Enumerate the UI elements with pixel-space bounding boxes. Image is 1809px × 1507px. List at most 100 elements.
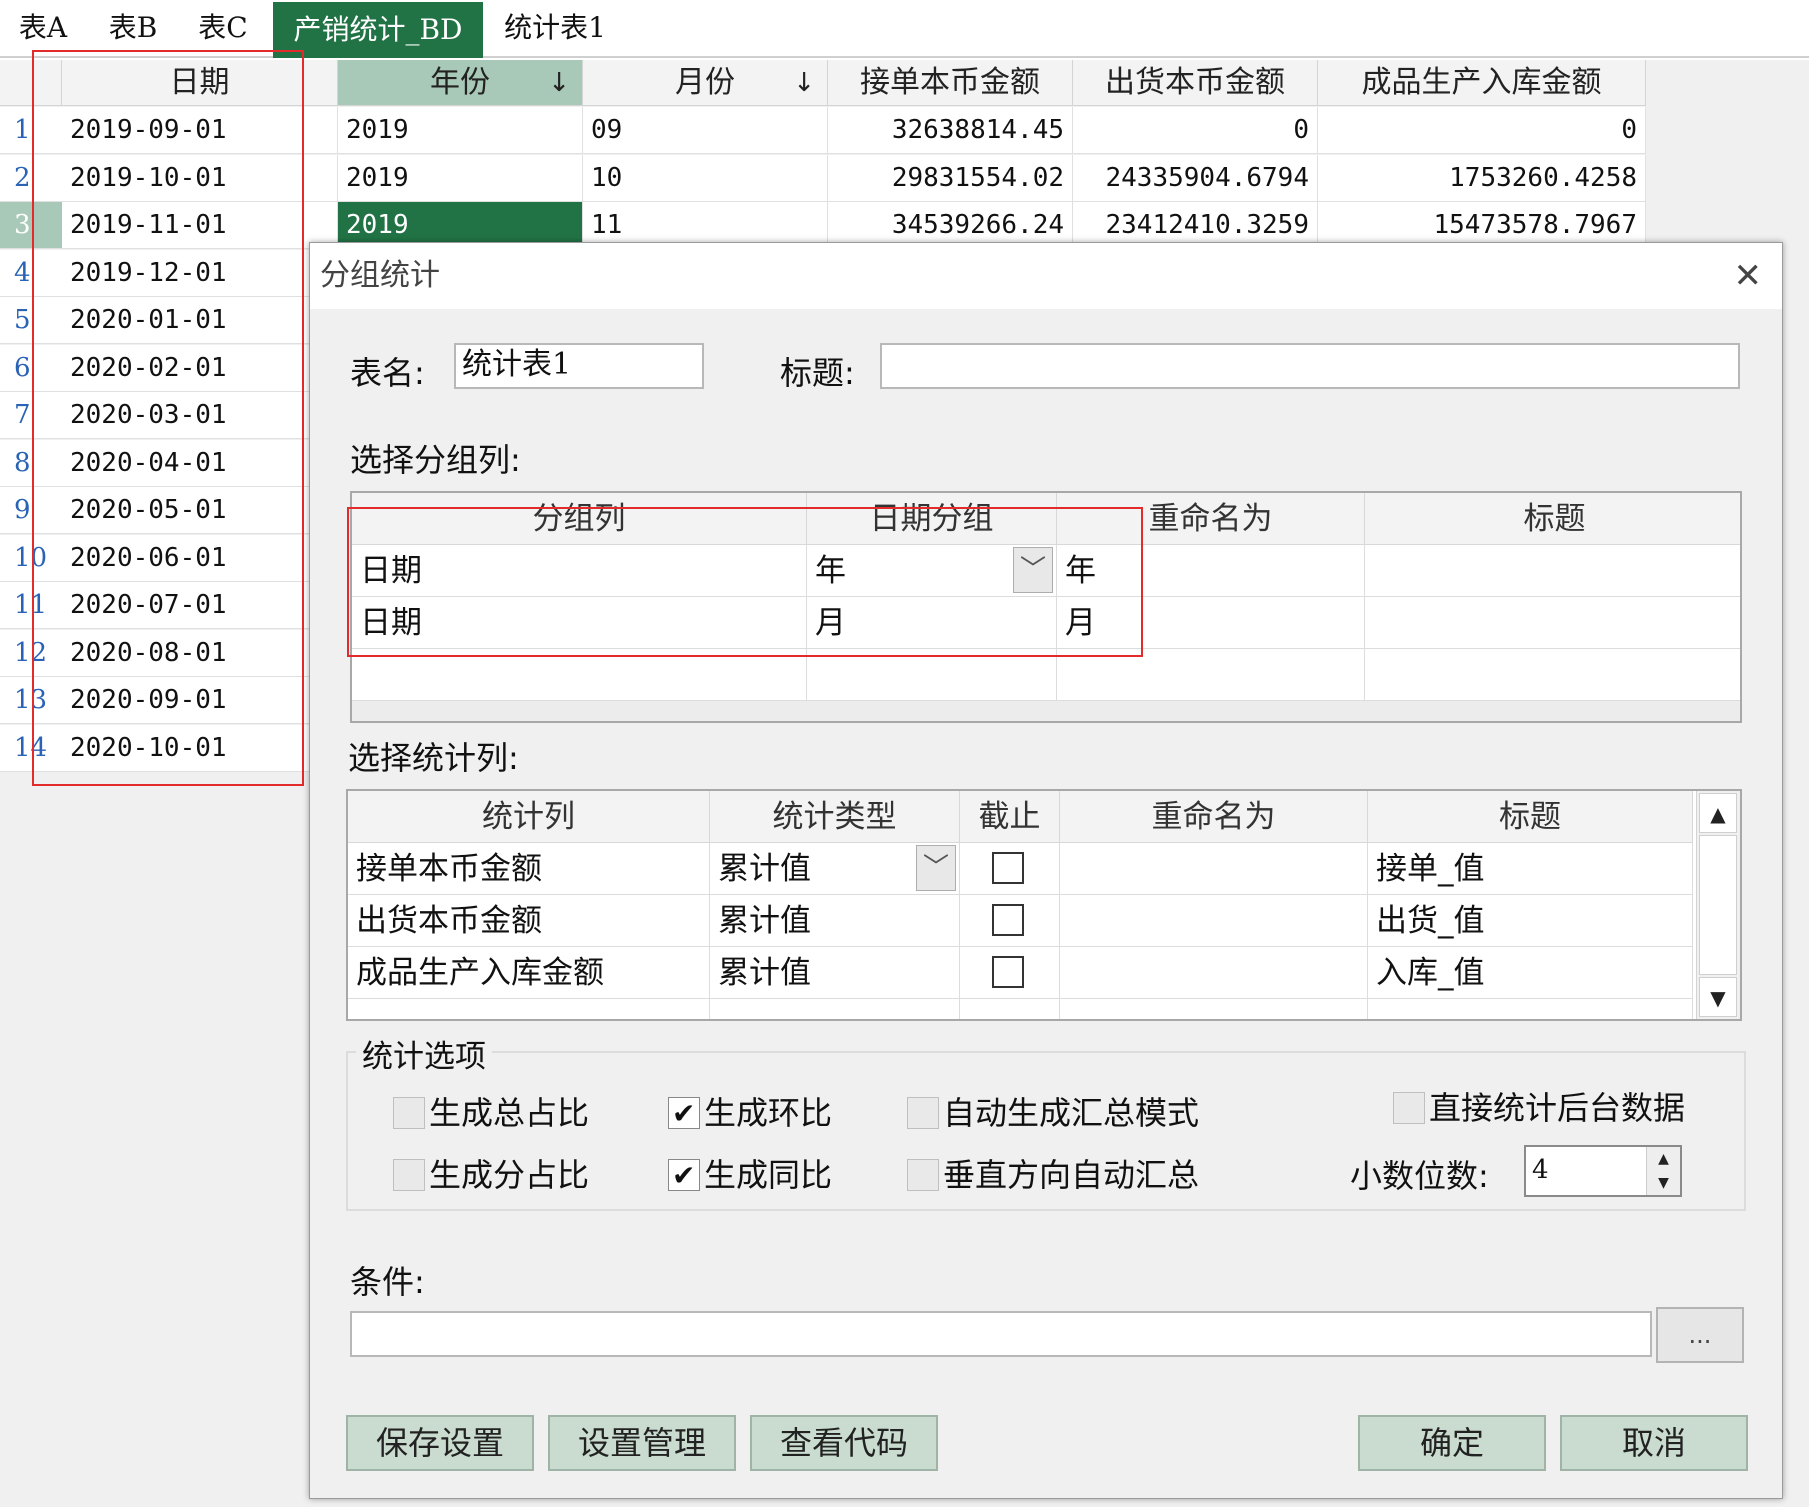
ok-button[interactable]: 确定 (1358, 1415, 1546, 1471)
row-number[interactable]: 10 (0, 535, 62, 582)
cell-date[interactable]: 2020-09-01 (62, 677, 338, 724)
option-yoy[interactable]: 生成同比 (668, 1155, 868, 1196)
close-icon[interactable]: ✕ (1734, 243, 1763, 309)
group-row-2-column[interactable]: 日期 (352, 597, 807, 649)
cell-year[interactable]: 2019 (338, 107, 583, 154)
cell-month[interactable]: 10 (583, 155, 828, 202)
column-header-production-amount[interactable]: 成品生产入库金额 (1318, 60, 1646, 106)
stat-row-2-cutoff-checkbox[interactable] (992, 904, 1024, 936)
cell-ship-amount[interactable]: 0 (1073, 107, 1318, 154)
cell-date[interactable]: 2020-08-01 (62, 630, 338, 677)
stat-table-vertical-scrollbar[interactable]: ▲ ▼ (1696, 791, 1740, 1019)
row-number[interactable]: 6 (0, 345, 62, 392)
stat-row-partial[interactable] (348, 999, 710, 1019)
cell-date[interactable]: 2019-10-01 (62, 155, 338, 202)
group-row-empty-date-group[interactable] (807, 649, 1057, 701)
row-number[interactable]: 2 (0, 155, 62, 202)
scroll-thumb[interactable] (1699, 835, 1737, 975)
tab-sheet-c[interactable]: 表C (188, 0, 258, 58)
cell-date[interactable]: 2020-07-01 (62, 582, 338, 629)
cell-date[interactable]: 2020-06-01 (62, 535, 338, 582)
stat-row-3-rename[interactable] (1060, 947, 1368, 999)
option-total-ratio[interactable]: 生成总占比 (393, 1093, 593, 1133)
title-input[interactable] (880, 343, 1740, 389)
cell-date[interactable]: 2020-03-01 (62, 392, 338, 439)
stat-row-1-cutoff-checkbox[interactable] (992, 852, 1024, 884)
row-number[interactable]: 9 (0, 487, 62, 534)
stat-row-3-cutoff-checkbox[interactable] (992, 956, 1024, 988)
auto-summary-mode-checkbox[interactable] (907, 1097, 939, 1129)
stat-row-3-column[interactable]: 成品生产入库金额 (348, 947, 710, 999)
tab-production-sales-stats[interactable]: 产销统计_BD (273, 2, 483, 58)
group-row-1-title[interactable] (1365, 545, 1740, 597)
direct-backend-checkbox[interactable] (1393, 1092, 1425, 1124)
sort-down-icon[interactable]: ↓ (793, 60, 815, 106)
cell-date[interactable]: 2020-05-01 (62, 487, 338, 534)
option-direct-backend[interactable]: 直接统计后台数据 (1393, 1088, 1693, 1128)
column-header-ship-amount[interactable]: 出货本币金额 (1073, 60, 1318, 106)
cell-order-amount[interactable]: 29831554.02 (828, 155, 1073, 202)
cell-date[interactable]: 2020-02-01 (62, 345, 338, 392)
row-number[interactable]: 13 (0, 677, 62, 724)
group-row-1-rename[interactable]: 年 (1057, 545, 1365, 597)
row-number[interactable]: 1 (0, 107, 62, 154)
cell-month[interactable]: 09 (583, 107, 828, 154)
sort-down-icon[interactable]: ↓ (548, 60, 570, 106)
yoy-checkbox[interactable] (668, 1156, 700, 1196)
column-header-date[interactable]: 日期 (62, 60, 338, 106)
cell-production-amount[interactable]: 0 (1318, 107, 1646, 154)
mom-checkbox[interactable] (668, 1094, 700, 1134)
row-number[interactable]: 7 (0, 392, 62, 439)
stat-row-1-rename[interactable] (1060, 843, 1368, 895)
stat-row-2-type[interactable]: 累计值 (710, 895, 960, 947)
row-number[interactable]: 14 (0, 725, 62, 772)
corner-cell[interactable] (0, 60, 62, 106)
spin-up-icon[interactable]: ▲ (1646, 1147, 1680, 1171)
row-number[interactable]: 4 (0, 250, 62, 297)
stat-row-partial-type[interactable] (710, 999, 960, 1019)
cell-date[interactable]: 2020-10-01 (62, 725, 338, 772)
stat-row-1-column[interactable]: 接单本币金额 (348, 843, 710, 895)
stat-row-3-type[interactable]: 累计值 (710, 947, 960, 999)
stat-row-1-title[interactable]: 接单_值 (1368, 843, 1693, 895)
option-auto-summary-mode[interactable]: 自动生成汇总模式 (907, 1093, 1207, 1133)
dialog-titlebar[interactable]: 分组统计 ✕ (310, 243, 1782, 309)
option-mom[interactable]: 生成环比 (668, 1093, 868, 1134)
cell-order-amount[interactable]: 32638814.45 (828, 107, 1073, 154)
decimal-places-spinner[interactable]: 4 ▲ ▼ (1524, 1145, 1682, 1197)
group-row-1-date-group[interactable]: 年 ﹀ (807, 545, 1057, 597)
stat-row-1-type[interactable]: 累计值 ﹀ (710, 843, 960, 895)
option-sub-ratio[interactable]: 生成分占比 (393, 1155, 593, 1195)
condition-input[interactable] (350, 1311, 1652, 1357)
row-number[interactable]: 5 (0, 297, 62, 344)
group-row-empty-title[interactable] (1365, 649, 1740, 701)
cell-date[interactable]: 2019-11-01 (62, 202, 338, 249)
stat-row-2-title[interactable]: 出货_值 (1368, 895, 1693, 947)
view-code-button[interactable]: 查看代码 (750, 1415, 938, 1471)
tab-sheet-b[interactable]: 表B (98, 0, 168, 58)
column-header-order-amount[interactable]: 接单本币金额 (828, 60, 1073, 106)
stat-row-2-column[interactable]: 出货本币金额 (348, 895, 710, 947)
stat-row-partial-cutoff[interactable] (960, 999, 1060, 1019)
group-row-2-rename[interactable]: 月 (1057, 597, 1365, 649)
cell-date[interactable]: 2019-09-01 (62, 107, 338, 154)
tab-stats-table-1[interactable]: 统计表1 (495, 0, 615, 58)
total-ratio-checkbox[interactable] (393, 1097, 425, 1129)
cell-ship-amount[interactable]: 24335904.6794 (1073, 155, 1318, 202)
group-row-empty-column[interactable] (352, 649, 807, 701)
column-header-year[interactable]: 年份 ↓ (338, 60, 583, 106)
chevron-down-icon[interactable]: ﹀ (916, 845, 956, 891)
table-name-input[interactable]: 统计表1 (454, 343, 704, 389)
cell-production-amount[interactable]: 1753260.4258 (1318, 155, 1646, 202)
group-row-1-column[interactable]: 日期 (352, 545, 807, 597)
stat-row-2-rename[interactable] (1060, 895, 1368, 947)
spin-down-icon[interactable]: ▼ (1646, 1171, 1680, 1195)
scroll-up-icon[interactable]: ▲ (1699, 793, 1737, 833)
vertical-auto-summary-checkbox[interactable] (907, 1159, 939, 1191)
option-vertical-auto-summary[interactable]: 垂直方向自动汇总 (907, 1155, 1207, 1195)
row-number[interactable]: 3 (0, 202, 62, 249)
group-row-empty-rename[interactable] (1057, 649, 1365, 701)
group-row-2-date-group[interactable]: 月 (807, 597, 1057, 649)
scroll-down-icon[interactable]: ▼ (1699, 977, 1737, 1017)
stat-row-3-title[interactable]: 入库_值 (1368, 947, 1693, 999)
